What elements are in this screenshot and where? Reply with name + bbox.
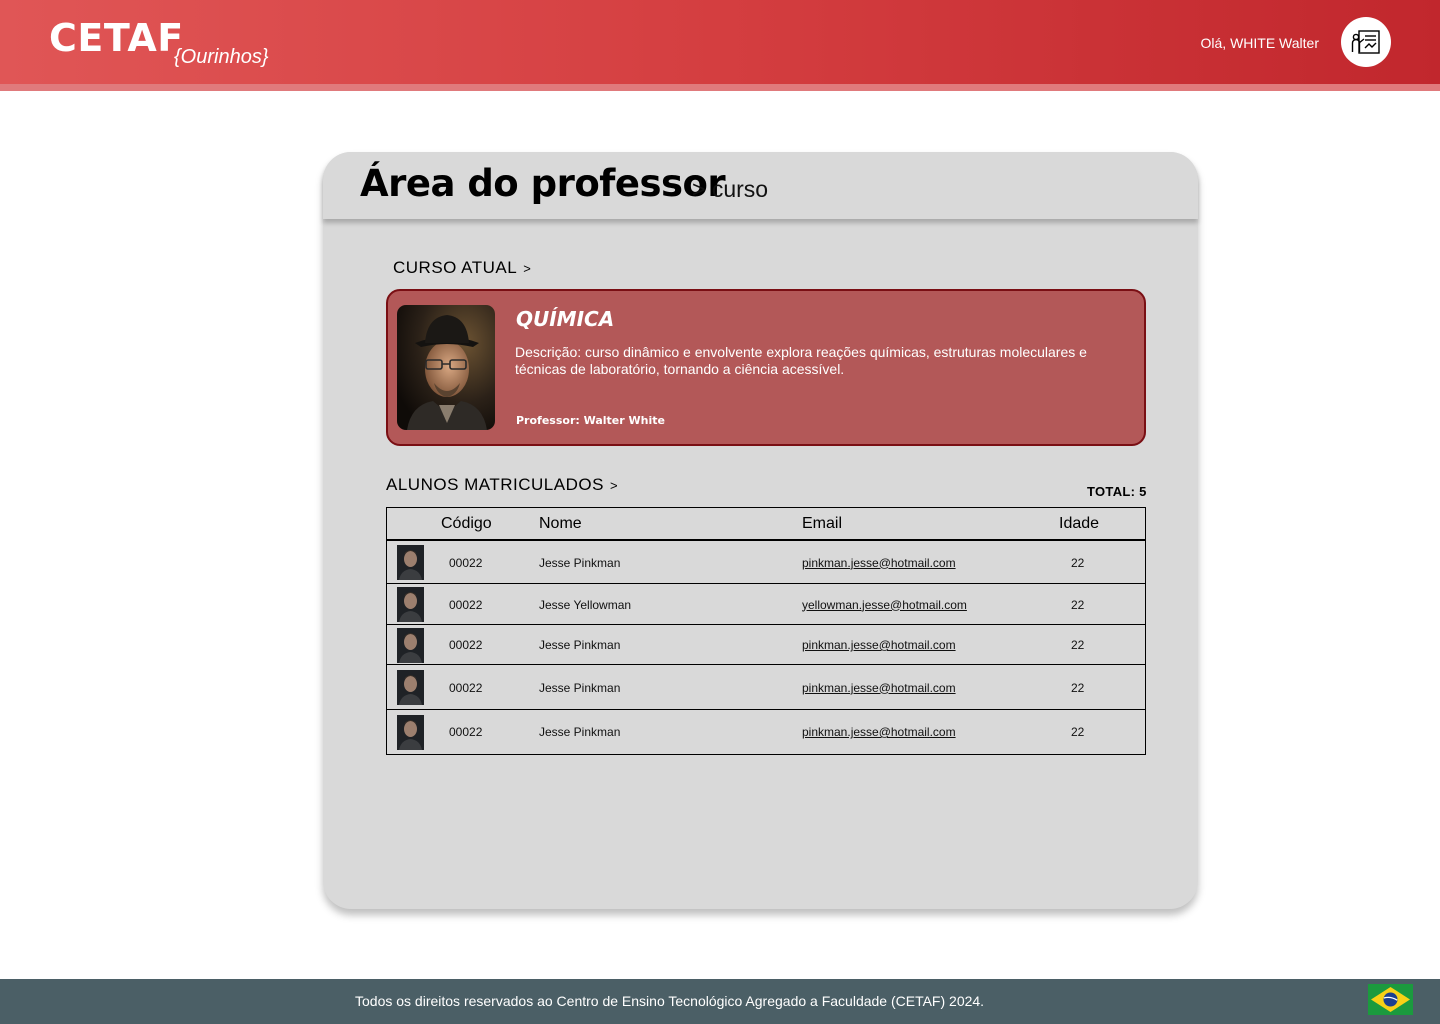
enrolled-students-heading[interactable]: ALUNOS MATRICULADOS > (386, 475, 618, 495)
table-row[interactable]: 00022 Jesse Pinkman pinkman.jesse@hotmail.… (387, 541, 1145, 584)
column-header-email[interactable]: Email (802, 515, 842, 533)
student-email-link[interactable]: pinkman.jesse@hotmail.com (802, 725, 956, 739)
logo[interactable]: CETAF {Ourinhos} (49, 16, 269, 68)
student-avatar (397, 545, 424, 580)
teacher-area-panel: Área do professor > curso CURSO ATUAL > (323, 152, 1198, 909)
students-total: TOTAL: 5 (1087, 484, 1147, 499)
user-greeting: Olá, WHITE Walter (1200, 35, 1320, 51)
student-name: Jesse Pinkman (539, 680, 621, 695)
table-row[interactable]: 00022 Jesse Yellowman yellowman.jesse@hotm… (387, 584, 1145, 625)
student-name: Jesse Pinkman (539, 725, 621, 739)
student-name: Jesse Pinkman (539, 555, 621, 570)
brazil-flag-icon[interactable] (1368, 984, 1413, 1015)
chevron-right-icon: > (609, 478, 619, 493)
student-email-link[interactable]: pinkman.jesse@hotmail.com (802, 638, 956, 652)
logo-subtitle: {Ourinhos} (174, 46, 269, 68)
logo-text: CETAF (49, 16, 184, 60)
enrolled-students-label: ALUNOS MATRICULADOS (386, 475, 604, 494)
table-row[interactable]: 00022 Jesse Pinkman pinkman.jesse@hotmail.… (387, 665, 1145, 710)
breadcrumb: > curso (692, 176, 769, 202)
student-avatar (397, 627, 424, 663)
footer: Todos os direitos reservados ao Centro d… (0, 979, 1440, 1024)
student-code: 00022 (449, 597, 483, 612)
table-header: Código Nome Email Idade (387, 508, 1145, 541)
column-header-code[interactable]: Código (441, 515, 492, 533)
course-description: Descrição: curso dinâmico e envolvente e… (515, 344, 1087, 377)
profile-button[interactable] (1341, 17, 1391, 67)
course-card[interactable]: QUÍMICA Descrição: curso dinâmico e envo… (386, 289, 1146, 446)
student-age: 22 (1071, 597, 1085, 612)
teacher-board-icon (1351, 30, 1380, 54)
students-table: Código Nome Email Idade 00022 Jesse Pinkm… (386, 507, 1146, 755)
column-header-name[interactable]: Nome (539, 515, 582, 533)
student-code: 00022 (449, 555, 483, 570)
current-course-label: CURSO ATUAL (393, 258, 518, 277)
table-row[interactable]: 00022 Jesse Pinkman pinkman.jesse@hotmail.… (387, 625, 1145, 665)
student-age: 22 (1071, 680, 1085, 695)
page-title: Área do professor (360, 162, 726, 205)
student-avatar (397, 670, 424, 705)
student-name: Jesse Pinkman (539, 638, 621, 652)
chevron-right-icon: > (523, 261, 532, 276)
student-name: Jesse Yellowman (539, 597, 632, 612)
student-code: 00022 (449, 725, 483, 739)
student-avatar (397, 587, 424, 622)
top-header: CETAF {Ourinhos} Olá, WHITE Walter (0, 0, 1440, 91)
table-row[interactable]: 00022 Jesse Pinkman pinkman.jesse@hotmail.… (387, 710, 1145, 754)
student-email-link[interactable]: yellowman.jesse@hotmail.com (802, 598, 967, 612)
student-email-link[interactable]: pinkman.jesse@hotmail.com (802, 556, 956, 570)
column-header-age[interactable]: Idade (1059, 515, 1099, 533)
course-professor: Professor: Walter White (516, 414, 665, 427)
student-code: 00022 (449, 638, 483, 652)
footer-copyright: Todos os direitos reservados ao Centro d… (355, 993, 985, 1009)
course-name: QUÍMICA (516, 307, 615, 331)
student-age: 22 (1071, 725, 1085, 739)
student-email-link[interactable]: pinkman.jesse@hotmail.com (802, 681, 956, 695)
student-age: 22 (1071, 638, 1085, 652)
student-age: 22 (1071, 555, 1085, 570)
professor-photo (397, 305, 495, 430)
student-code: 00022 (449, 680, 483, 695)
student-avatar (397, 714, 424, 750)
current-course-heading[interactable]: CURSO ATUAL > (393, 258, 531, 278)
panel-header: Área do professor > curso (323, 152, 1198, 219)
